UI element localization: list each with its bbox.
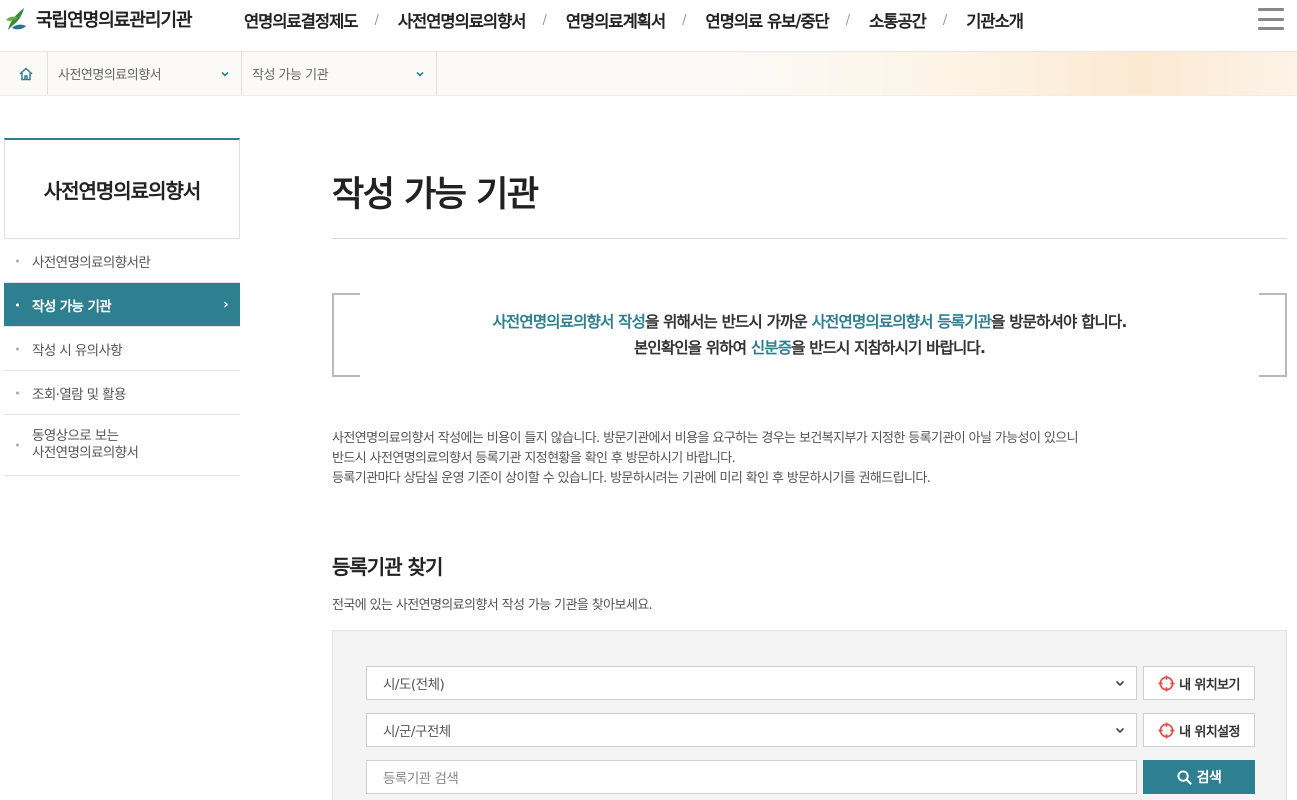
nav-separator: / [542, 12, 547, 28]
bullet-dot [16, 347, 19, 350]
institution-search-placeholder: 등록기관 검색 [383, 771, 459, 787]
sidebar-item-available-institutions[interactable]: 작성 가능 기관 › [4, 283, 240, 327]
search-section-subtitle: 전국에 있는 사전연명의료의향서 작성 가능 기관을 찾아보세요. [332, 598, 653, 613]
notice-text-part: 을 방문하셔야 합니다. [991, 313, 1127, 331]
logo-text: 국립연명의료관리기관 [36, 10, 193, 31]
notice-text: 사전연명의료의향서 작성을 위해서는 반드시 가까운 사전연명의료의향서 등록기… [332, 309, 1287, 361]
breadcrumb-level1-select[interactable]: 사전연명의료의향서 [48, 52, 242, 95]
my-location-set-button[interactable]: 내 위치설정 [1143, 713, 1255, 747]
home-icon[interactable] [4, 52, 48, 95]
sido-select-value: 시/도(전체) [383, 677, 445, 693]
search-button-label: 검색 [1196, 770, 1222, 786]
description-line: 등록기관마다 상담실 운영 기준이 상이할 수 있습니다. 방문하시려는 기관에… [332, 471, 931, 486]
nav-item-decision-system[interactable]: 연명의료결정제도 [244, 8, 358, 32]
sidebar-item-label: 작성 시 유의사항 [32, 342, 123, 359]
crosshair-icon [1158, 721, 1175, 739]
notice-highlight: 사전연명의료의향서 작성 [492, 313, 646, 331]
breadcrumb: 사전연명의료의향서 작성 가능 기관 [0, 52, 1297, 96]
my-location-view-label: 내 위치보기 [1179, 677, 1240, 693]
sidebar-item-what-is[interactable]: 사전연명의료의향서란 [4, 239, 240, 283]
title-divider [332, 238, 1287, 239]
sidebar-item-label: 동영상으로 보는 사전연명의료의향서 [32, 428, 139, 462]
sidebar-item-precautions[interactable]: 작성 시 유의사항 [4, 327, 240, 371]
description-paragraph: 사전연명의료의향서 작성에는 비용이 들지 않습니다. 방문기관에서 비용을 요… [332, 429, 1079, 489]
my-location-view-button[interactable]: 내 위치보기 [1143, 666, 1255, 700]
nav-item-community[interactable]: 소통공간 [869, 8, 927, 32]
nav-separator: / [942, 12, 948, 28]
breadcrumb-level2-select[interactable]: 작성 가능 기관 [242, 52, 437, 95]
page-title: 작성 가능 기관 [332, 175, 539, 215]
sidebar-item-label: 조회·열람 및 활용 [32, 386, 126, 403]
nav-item-about[interactable]: 기관소개 [966, 8, 1024, 32]
logo-leaf-icon [6, 8, 26, 30]
institution-search-panel: 시/도(전체) 내 위치보기 시/군/구전체 내 위치설정 등록기관 검색 검색 [332, 630, 1287, 800]
chevron-down-icon [416, 71, 424, 77]
breadcrumb-level1-label: 사전연명의료의향서 [58, 68, 162, 83]
bullet-dot [16, 303, 19, 306]
chevron-down-icon [221, 71, 229, 77]
search-button[interactable]: 검색 [1143, 760, 1255, 794]
sidebar-item-video[interactable]: 동영상으로 보는 사전연명의료의향서 [4, 415, 240, 476]
site-header: 국립연명의료관리기관 연명의료결정제도 / 사전연명의료의향서 / 연명의료계획… [0, 0, 1297, 52]
bullet-dot [16, 259, 19, 262]
sigungu-select-value: 시/군/구전체 [383, 724, 451, 740]
hamburger-menu-icon[interactable] [1258, 8, 1284, 30]
nav-separator: / [374, 12, 379, 28]
nav-item-care-plan[interactable]: 연명의료계획서 [566, 8, 666, 32]
sido-select[interactable]: 시/도(전체) [366, 666, 1137, 700]
notice-highlight: 사전연명의료의향서 등록기관 [811, 313, 992, 331]
bullet-dot [16, 443, 19, 447]
crosshair-icon [1158, 674, 1175, 692]
sidebar-item-label-line2: 사전연명의료의향서 [32, 445, 139, 461]
search-icon [1177, 769, 1192, 785]
notice-box: 사전연명의료의향서 작성을 위해서는 반드시 가까운 사전연명의료의향서 등록기… [332, 293, 1287, 377]
bullet-dot [16, 391, 19, 394]
notice-text-part: 본인확인을 위하여 [633, 339, 751, 357]
description-line: 사전연명의료의향서 작성에는 비용이 들지 않습니다. 방문기관에서 비용을 요… [332, 431, 1079, 446]
search-section-title: 등록기관 찾기 [332, 555, 443, 579]
my-location-set-label: 내 위치설정 [1179, 724, 1240, 740]
sidebar-item-label: 사전연명의료의향서란 [32, 254, 151, 271]
notice-text-part: 을 반드시 지참하시기 바랍니다. [791, 339, 986, 357]
sidebar-item-label: 작성 가능 기관 [32, 298, 112, 315]
site-logo[interactable]: 국립연명의료관리기관 [4, 6, 193, 32]
notice-line-1: 사전연명의료의향서 작성을 위해서는 반드시 가까운 사전연명의료의향서 등록기… [332, 309, 1287, 335]
global-nav: 연명의료결정제도 / 사전연명의료의향서 / 연명의료계획서 / 연명의료 유보… [244, 8, 1024, 32]
sidebar: 사전연명의료의향서 사전연명의료의향서란 작성 가능 기관 › 작성 시 유의사… [4, 138, 240, 476]
sidebar-item-inquiry-use[interactable]: 조회·열람 및 활용 [4, 371, 240, 415]
nav-item-advance-directive[interactable]: 사전연명의료의향서 [398, 8, 527, 32]
nav-item-withhold-withdraw[interactable]: 연명의료 유보/중단 [706, 8, 830, 32]
notice-highlight: 신분증 [750, 339, 792, 357]
sidebar-title: 사전연명의료의향서 [4, 138, 240, 239]
sidebar-item-label-line1: 동영상으로 보는 [32, 428, 119, 444]
nav-separator: / [682, 12, 687, 28]
chevron-down-icon [1115, 680, 1125, 687]
notice-text-part: 을 위해서는 반드시 가까운 [645, 313, 812, 331]
nav-separator: / [845, 12, 851, 28]
notice-line-2: 본인확인을 위하여 신분증을 반드시 지참하시기 바랍니다. [332, 335, 1287, 361]
chevron-right-icon: › [223, 297, 228, 312]
institution-search-input[interactable]: 등록기관 검색 [366, 760, 1137, 794]
breadcrumb-level2-label: 작성 가능 기관 [252, 68, 329, 83]
chevron-down-icon [1115, 727, 1125, 734]
description-line: 반드시 사전연명의료의향서 등록기관 지정현황을 확인 후 방문하시기 바랍니다… [332, 451, 736, 466]
sigungu-select[interactable]: 시/군/구전체 [366, 713, 1137, 747]
